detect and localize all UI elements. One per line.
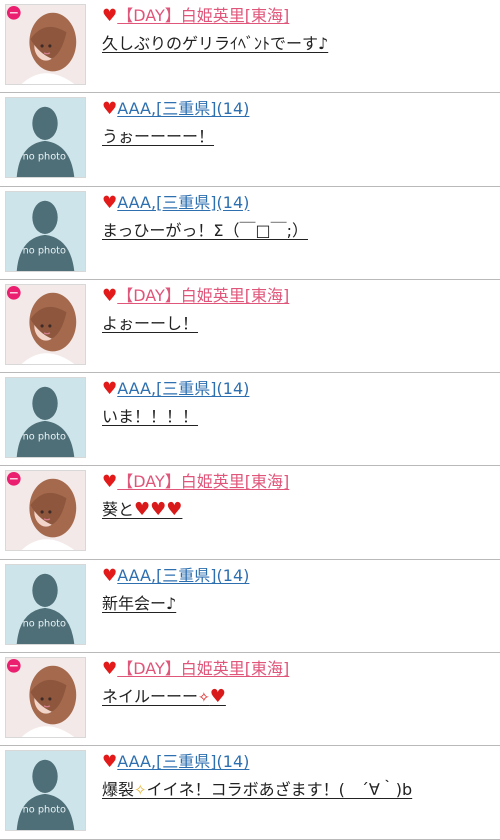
no-photo-icon: no photo	[6, 191, 85, 271]
no-photo-icon: no photo	[6, 98, 85, 178]
heart-icon: ♥	[102, 99, 118, 120]
post-message[interactable]: よぉーーし！	[102, 313, 492, 335]
post-message[interactable]: 新年会ー♪	[102, 593, 492, 615]
heart-emoji-icon: ♥	[209, 686, 226, 708]
post-message[interactable]: いま！！！！	[102, 406, 492, 428]
post-meta: ♥AAA,[三重県](14)	[102, 193, 492, 213]
heart-icon: ♥	[102, 659, 118, 680]
list-item[interactable]: no photo ♥AAA,[三重県](14) いま！！！！	[0, 373, 500, 467]
no-photo-label: no photo	[23, 618, 66, 629]
post-message[interactable]: 葵と♥♥♥	[102, 499, 492, 521]
avatar-photo[interactable]	[5, 657, 86, 739]
no-photo-icon: no photo	[6, 564, 85, 644]
heart-icon: ♥	[102, 379, 118, 400]
post-feed: ♥【DAY】白姫英里[東海] 久しぶりのゲリラｲﾍﾞﾝﾄでーす♪ no phot…	[0, 0, 500, 840]
post-message[interactable]: まっひーがっ！Σ（￣□￣;）	[102, 220, 492, 242]
no-photo-icon: no photo	[6, 751, 85, 831]
sparkle-heart-icon: ✧	[198, 690, 210, 707]
message-text: 葵と	[102, 500, 135, 520]
post-meta: ♥【DAY】白姫英里[東海]	[102, 286, 492, 306]
user-photo-icon	[6, 658, 85, 738]
post-message[interactable]: うぉーーーー！	[102, 126, 492, 148]
list-item[interactable]: ♥【DAY】白姫英里[東海] よぉーーし！	[0, 279, 500, 374]
heart-emoji-icon: ♥♥♥	[134, 499, 183, 521]
author-link[interactable]: AAA,[三重県](14)	[117, 193, 249, 212]
no-photo-label: no photo	[23, 245, 66, 256]
author-link[interactable]: 【DAY】白姫英里[東海]	[117, 6, 289, 25]
post-meta: ♥AAA,[三重県](14)	[102, 379, 492, 399]
no-photo-label: no photo	[23, 432, 66, 443]
list-item[interactable]: ♥【DAY】白姫英里[東海] 葵と♥♥♥	[0, 466, 500, 560]
message-text: ネイルーーー	[102, 687, 199, 707]
list-item[interactable]: no photo ♥AAA,[三重県](14) うぉーーーー！	[0, 93, 500, 187]
avatar-photo[interactable]	[5, 470, 86, 552]
post-message[interactable]: 久しぶりのゲリラｲﾍﾞﾝﾄでーす♪	[102, 33, 492, 55]
list-item[interactable]: ♥【DAY】白姫英里[東海] 久しぶりのゲリラｲﾍﾞﾝﾄでーす♪	[0, 0, 500, 94]
author-link[interactable]: 【DAY】白姫英里[東海]	[117, 659, 289, 678]
no-photo-label: no photo	[23, 805, 66, 816]
post-meta: ♥【DAY】白姫英里[東海]	[102, 659, 492, 679]
message-text-suffix: イイネ！コラボあざます！( ´∀｀)b	[146, 780, 413, 800]
avatar-photo[interactable]	[5, 4, 86, 85]
heart-icon: ♥	[102, 472, 118, 493]
post-meta: ♥【DAY】白姫英里[東海]	[102, 6, 492, 26]
no-photo-label: no photo	[23, 152, 66, 163]
author-link[interactable]: 【DAY】白姫英里[東海]	[117, 286, 289, 305]
avatar-no-photo[interactable]: no photo	[5, 377, 86, 459]
heart-icon: ♥	[102, 6, 118, 26]
avatar-no-photo[interactable]: no photo	[5, 97, 86, 179]
heart-icon: ♥	[102, 192, 118, 213]
list-item[interactable]: ♥【DAY】白姫英里[東海] ネイルーーー✧♥	[0, 653, 500, 747]
list-item[interactable]: no photo ♥AAA,[三重県](14) 新年会ー♪	[0, 559, 500, 654]
user-photo-icon	[6, 5, 85, 84]
sparkle-icon: ✧	[134, 781, 147, 800]
avatar-no-photo[interactable]: no photo	[5, 750, 86, 832]
post-meta: ♥【DAY】白姫英里[東海]	[102, 472, 492, 492]
list-item[interactable]: no photo ♥AAA,[三重県](14) まっひーがっ！Σ（￣□￣;）	[0, 186, 500, 280]
post-message[interactable]: 爆裂✧イイネ！コラボあざます！( ´∀｀)b	[102, 779, 492, 801]
heart-icon: ♥	[102, 285, 118, 306]
post-message[interactable]: ネイルーーー✧♥	[102, 686, 492, 709]
author-link[interactable]: AAA,[三重県](14)	[117, 379, 249, 398]
heart-icon: ♥	[102, 565, 118, 586]
user-photo-icon	[6, 471, 85, 551]
avatar-photo[interactable]	[5, 283, 86, 365]
author-link[interactable]: 【DAY】白姫英里[東海]	[117, 472, 289, 491]
no-photo-icon: no photo	[6, 378, 85, 458]
author-link[interactable]: AAA,[三重県](14)	[117, 566, 249, 585]
avatar-no-photo[interactable]: no photo	[5, 190, 86, 272]
user-photo-icon	[6, 284, 85, 364]
heart-icon: ♥	[102, 752, 118, 773]
post-meta: ♥AAA,[三重県](14)	[102, 566, 492, 586]
author-link[interactable]: AAA,[三重県](14)	[117, 752, 249, 771]
list-item[interactable]: no photo ♥AAA,[三重県](14) 爆裂✧イイネ！コラボあざます！(…	[0, 746, 500, 840]
post-meta: ♥AAA,[三重県](14)	[102, 752, 492, 772]
avatar-no-photo[interactable]: no photo	[5, 563, 86, 645]
author-link[interactable]: AAA,[三重県](14)	[117, 99, 249, 118]
post-meta: ♥AAA,[三重県](14)	[102, 99, 492, 119]
message-text: 爆裂	[102, 780, 135, 800]
